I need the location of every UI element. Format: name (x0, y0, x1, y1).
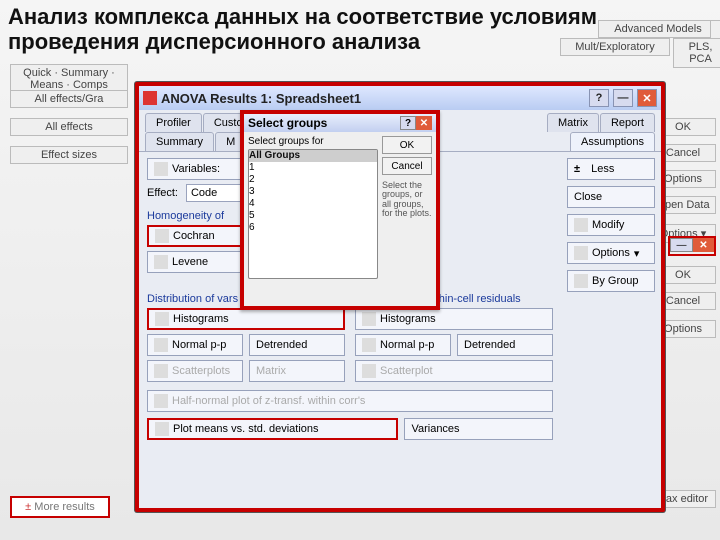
tab-assumptions[interactable]: Assumptions (570, 132, 655, 151)
plot-means-button[interactable]: Plot means vs. std. deviations (147, 418, 398, 440)
scatter-icon (154, 364, 168, 378)
detrended-right[interactable]: Detrended (457, 334, 553, 356)
halfnormal-button: Half-normal plot of z-transf. within cor… (147, 390, 553, 412)
normal-pp-left[interactable]: Normal p-p (147, 334, 243, 356)
select-groups-dialog: Select groups ? ✕ Select groups for All … (240, 110, 440, 310)
normal-pp-right[interactable]: Normal p-p (355, 334, 451, 356)
popup-hint: Select the groups, or all groups, for th… (382, 181, 432, 219)
window-title: ANOVA Results 1: Spreadsheet1 (161, 91, 361, 106)
tab-summary[interactable]: Summary (145, 132, 214, 151)
bg-btn-alleffects[interactable]: All effects (10, 118, 128, 136)
bygroup-button[interactable]: By Group (567, 270, 655, 292)
matrix-left: Matrix (249, 360, 345, 382)
tab-matrix[interactable]: Matrix (547, 113, 599, 132)
plot-icon (154, 338, 168, 352)
popup-titlebar: Select groups ? ✕ (244, 114, 436, 132)
histograms-right-button[interactable]: Histograms (355, 308, 553, 330)
detrended-left[interactable]: Detrended (249, 334, 345, 356)
popup-cancel[interactable]: Cancel (382, 157, 432, 175)
popup-help[interactable]: ? (400, 116, 416, 130)
bg-btn-effect-sizes[interactable]: Effect sizes (10, 146, 128, 164)
modify-button[interactable]: Modify (567, 214, 655, 236)
popup-ok[interactable]: OK (382, 136, 432, 154)
less-button[interactable]: ± Less (567, 158, 655, 180)
close-button-side[interactable]: Close (567, 186, 655, 208)
histograms-left-button[interactable]: Histograms (147, 308, 345, 330)
plot-icon (154, 394, 168, 408)
popup-close[interactable]: ✕ (416, 116, 432, 130)
table-icon (154, 255, 168, 269)
variances-button[interactable]: Variances (404, 418, 553, 440)
group-icon (574, 274, 588, 288)
scatterplots-left: Scatterplots (147, 360, 243, 382)
more-results-button[interactable]: ± More results (10, 496, 110, 518)
pencil-icon (574, 218, 588, 232)
close-button[interactable]: ✕ (637, 89, 657, 107)
bg-btn-alleffects-gra[interactable]: All effects/Gra (10, 90, 128, 108)
tab-profiler[interactable]: Profiler (145, 113, 202, 132)
help-button[interactable]: ? (589, 89, 609, 107)
scatterplot-right: Scatterplot (355, 360, 553, 382)
groups-listbox[interactable]: All Groups 1 2 3 4 5 6 (248, 149, 378, 279)
line-icon (155, 422, 169, 436)
tab-report[interactable]: Report (600, 113, 655, 132)
histogram-icon (362, 312, 376, 326)
plot-icon (362, 338, 376, 352)
table-icon (155, 229, 169, 243)
popup-title: Select groups (248, 116, 327, 130)
slide-title: Анализ комплекса данных на соответствие … (8, 4, 712, 55)
popup-label: Select groups for (248, 136, 378, 147)
scatter-icon (362, 364, 376, 378)
titlebar: ANOVA Results 1: Spreadsheet1 ? — ✕ (139, 86, 661, 110)
variables-icon (154, 162, 168, 176)
histogram-icon (155, 312, 169, 326)
app-icon (143, 91, 157, 105)
effect-label: Effect: (147, 187, 178, 199)
content-right: ± Less Close Modify Options ▾ By Group (561, 152, 661, 446)
minimize-button[interactable]: — (613, 89, 633, 107)
